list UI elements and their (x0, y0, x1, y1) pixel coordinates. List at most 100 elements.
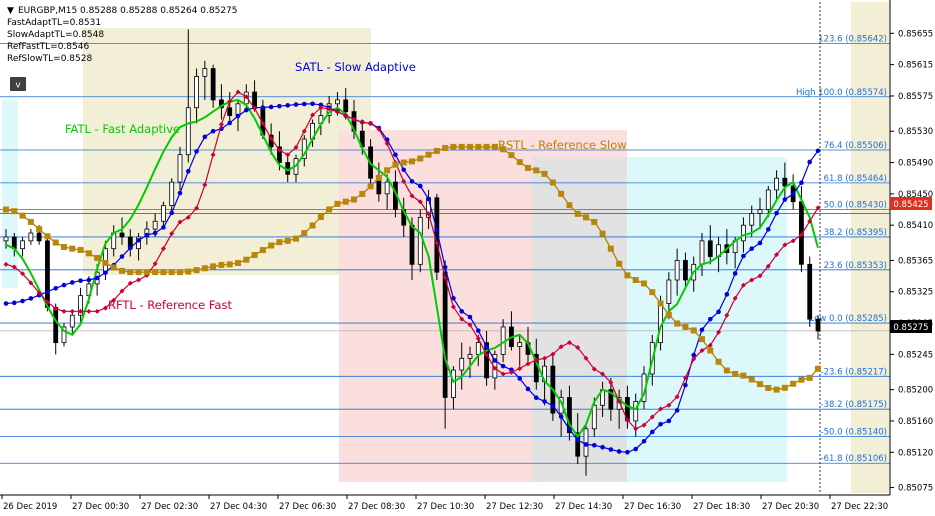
series-point (201, 265, 208, 272)
series-point (103, 270, 108, 275)
series-point (749, 246, 755, 251)
series-point (417, 183, 423, 189)
candle-body (417, 216, 423, 265)
series-point (136, 277, 142, 283)
series-point (658, 421, 663, 427)
series-point (334, 200, 341, 207)
fib-label: Low 0.0 (0.85285) (810, 314, 887, 324)
series-point (94, 254, 101, 261)
series-point (44, 233, 51, 240)
series-point (433, 147, 440, 154)
collapse-button-label[interactable]: v (15, 81, 21, 91)
series-point (707, 347, 714, 354)
candle-body (185, 107, 191, 156)
candle-body (451, 369, 456, 398)
series-point (799, 180, 804, 185)
series-point (85, 250, 92, 257)
series-point (367, 183, 374, 190)
series-point (607, 245, 614, 252)
series-point (542, 399, 547, 404)
series-point (492, 358, 498, 363)
series-point (20, 298, 25, 304)
x-tick-label: 27 Dec 22:30 (831, 502, 888, 512)
series-point (143, 269, 150, 276)
candle-body (666, 279, 672, 304)
chart-canvas[interactable]: 123.6 (0.85642) High 100.0 (0.85574) 76.4 … (0, 0, 935, 516)
series-point (45, 289, 50, 295)
series-point (235, 260, 241, 267)
candle-body (69, 314, 75, 328)
series-point (665, 311, 672, 318)
series-point (359, 190, 366, 197)
x-tick-label: 27 Dec 06:30 (279, 502, 336, 512)
series-point (392, 161, 399, 168)
fib-label: -38.2 (0.85175) (821, 400, 887, 410)
fib-label: 50.0 (0.85430) (824, 201, 887, 211)
series-point (459, 309, 465, 314)
series-point (442, 145, 449, 152)
candle-body (409, 224, 415, 265)
series-point (541, 170, 548, 177)
series-point (516, 159, 523, 166)
series-point (152, 269, 159, 276)
series-point (69, 280, 75, 285)
series-point (434, 227, 440, 233)
series-point (716, 309, 721, 315)
series-point (400, 159, 407, 166)
candle-body (683, 260, 688, 281)
series-point (765, 385, 772, 392)
series-point (666, 418, 672, 424)
series-point (210, 263, 217, 270)
x-tick-label: 27 Dec 20:30 (762, 502, 819, 512)
series-point (284, 237, 291, 244)
series-point (77, 246, 84, 253)
fib-label: -61.8 (0.85106) (821, 454, 887, 464)
series-point (52, 239, 59, 246)
candle-body (53, 307, 59, 344)
series-point (409, 179, 415, 184)
series-point (260, 105, 266, 110)
series-point (193, 267, 200, 274)
series-point (326, 206, 333, 213)
candle-body (36, 232, 42, 242)
series-point (135, 269, 142, 276)
series-point (251, 252, 258, 259)
indicator-fast-adapt: FastAdaptTL=0.8531 (7, 18, 101, 28)
series-point (475, 143, 482, 150)
series-point (119, 267, 125, 274)
series-point (277, 103, 282, 109)
series-point (583, 214, 589, 221)
series-point (649, 289, 656, 296)
series-point (161, 225, 166, 230)
series-point (550, 403, 556, 409)
series-point (243, 256, 250, 263)
series-point (36, 226, 43, 233)
series-point (707, 316, 713, 322)
series-point (401, 167, 407, 173)
x-tick-label: 27 Dec 04:30 (210, 502, 267, 512)
y-axis-ticks: 0.85655 0.85615 0.85575 0.85530 0.85490 0.854… (890, 29, 933, 494)
y-tick-label: 0.85655 (898, 29, 933, 39)
candle-body (741, 224, 746, 242)
series-point (533, 167, 540, 174)
fib-label: 61.8 (0.85464) (824, 174, 887, 184)
candle-body (194, 75, 199, 109)
series-point (110, 264, 117, 271)
candle-body (119, 232, 125, 238)
x-tick-label: 27 Dec 18:30 (693, 502, 750, 512)
x-tick-label: 27 Dec 00:30 (72, 502, 129, 512)
series-point (309, 222, 316, 229)
chart-menu-triangle-icon[interactable]: ▼ (7, 6, 14, 16)
satl-label: SATL - Slow Adaptive (295, 60, 416, 74)
series-point (317, 214, 324, 221)
series-point (425, 151, 432, 158)
series-point (549, 179, 556, 186)
series-point (160, 269, 167, 276)
series-point (475, 328, 481, 333)
series-point (276, 239, 283, 246)
series-point (566, 202, 573, 209)
series-point (641, 438, 647, 444)
series-point (94, 308, 100, 314)
fib-label: 38.2 (0.85395) (824, 228, 887, 238)
candle-body (384, 181, 390, 195)
